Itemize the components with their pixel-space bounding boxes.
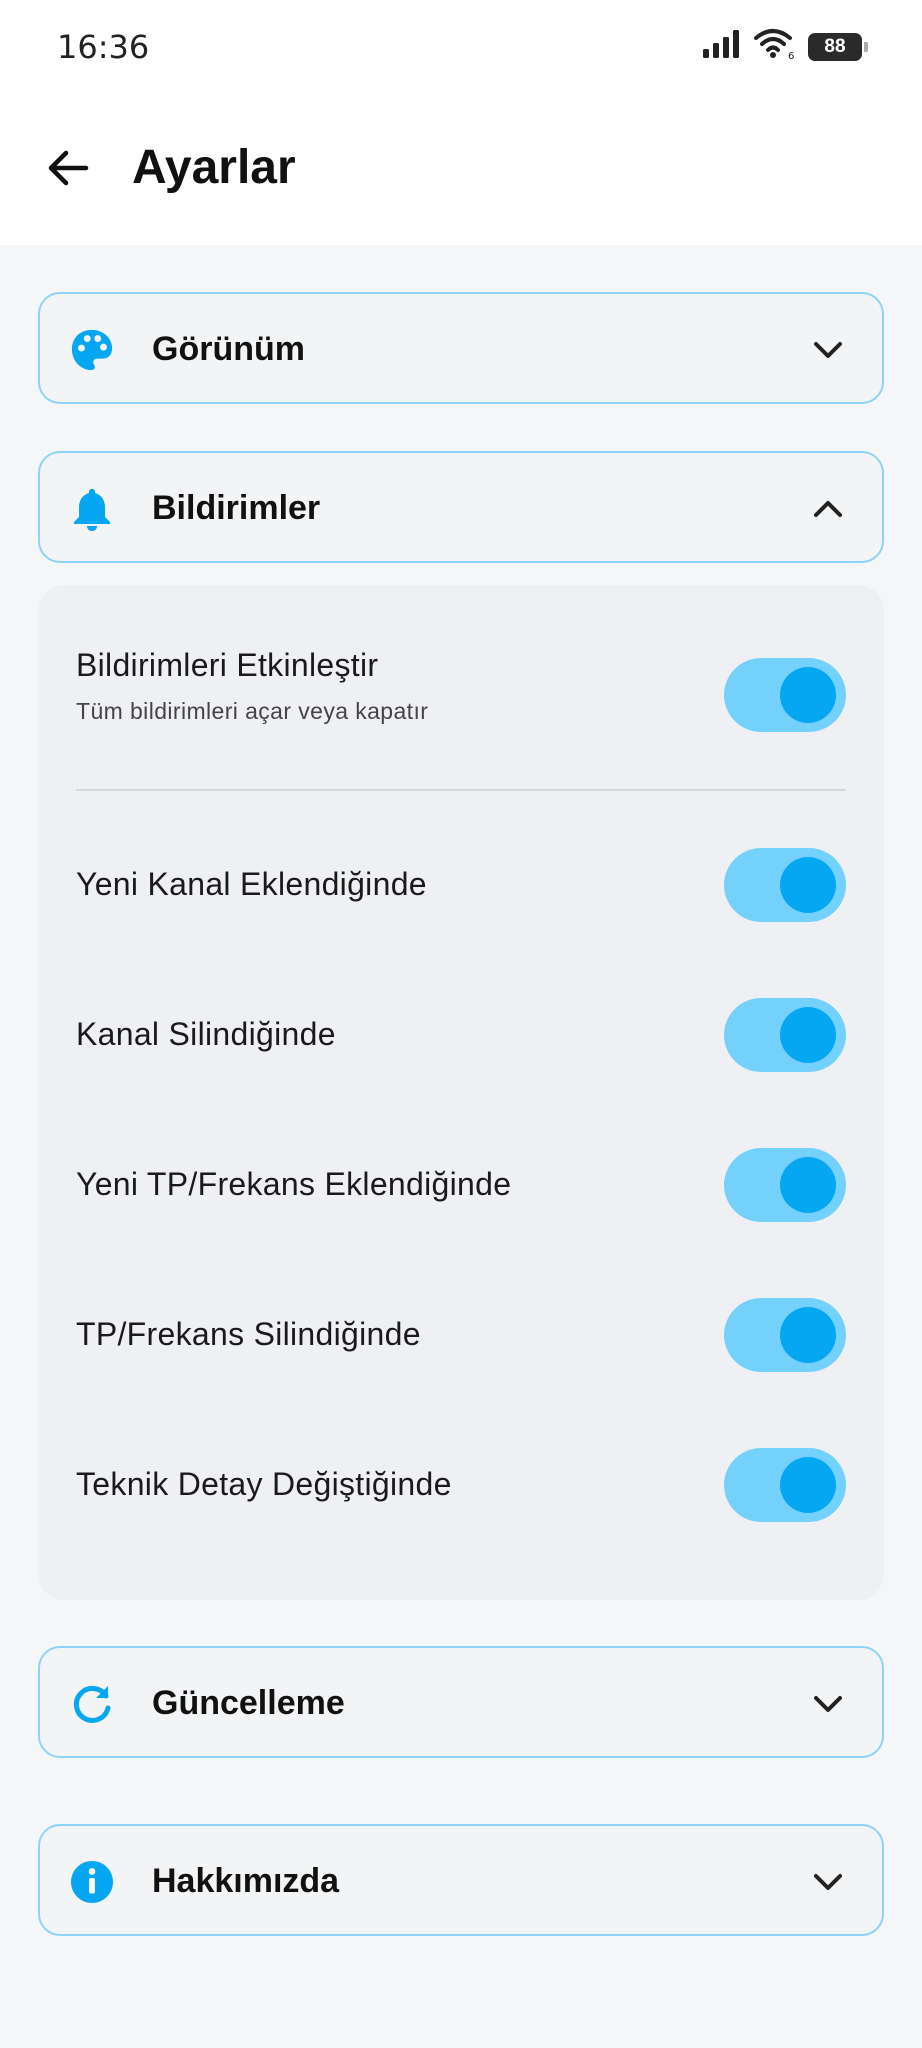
signal-icon: [702, 29, 742, 64]
toggle-knob: [780, 1007, 836, 1063]
status-icons: 6 88: [702, 28, 868, 65]
status-bar: 16:36 6 88: [0, 0, 922, 100]
toggle-knob: [780, 667, 836, 723]
divider: [76, 789, 846, 791]
chevron-down-icon: [810, 1686, 846, 1722]
section-about-label: Hakkımızda: [152, 1862, 340, 1900]
chevron-up-icon: [810, 491, 846, 527]
palette-icon: [70, 328, 114, 372]
toggle-tp-deleted[interactable]: [724, 1298, 846, 1372]
section-about-header[interactable]: Hakkımızda: [38, 1824, 884, 1936]
section-notifications-header[interactable]: Bildirimler: [38, 451, 884, 563]
section-notifications-label: Bildirimler: [152, 489, 321, 527]
toggle-tech-detail[interactable]: [724, 1448, 846, 1522]
section-updates-header[interactable]: Güncelleme: [38, 1646, 884, 1758]
toggle-notifications-master[interactable]: [724, 658, 846, 732]
toggle-knob: [780, 857, 836, 913]
toggle-new-tp[interactable]: [724, 1148, 846, 1222]
refresh-icon: [70, 1682, 114, 1726]
app-bar: Ayarlar: [0, 100, 922, 245]
chevron-down-icon: [810, 332, 846, 368]
toggle-channel-deleted[interactable]: [724, 998, 846, 1072]
back-button[interactable]: [38, 140, 98, 200]
toggle-knob: [780, 1157, 836, 1213]
bell-icon: [70, 487, 114, 531]
svg-text:6: 6: [788, 51, 794, 60]
status-time: 16:36: [57, 28, 150, 66]
page-title: Ayarlar: [132, 141, 296, 194]
chevron-down-icon: [810, 1864, 846, 1900]
toggle-knob: [780, 1307, 836, 1363]
section-appearance-header[interactable]: Görünüm: [38, 292, 884, 404]
info-icon: [70, 1860, 114, 1904]
wifi-icon: 6: [754, 28, 796, 65]
section-updates-label: Güncelleme: [152, 1684, 345, 1722]
toggle-knob: [780, 1457, 836, 1513]
arrow-left-icon: [46, 148, 90, 193]
notifications-panel: Bildirimleri Etkinleştir Tüm bildirimler…: [38, 585, 884, 1600]
battery-icon: 88: [808, 32, 868, 61]
section-appearance-label: Görünüm: [152, 330, 305, 368]
toggle-new-channel[interactable]: [724, 848, 846, 922]
